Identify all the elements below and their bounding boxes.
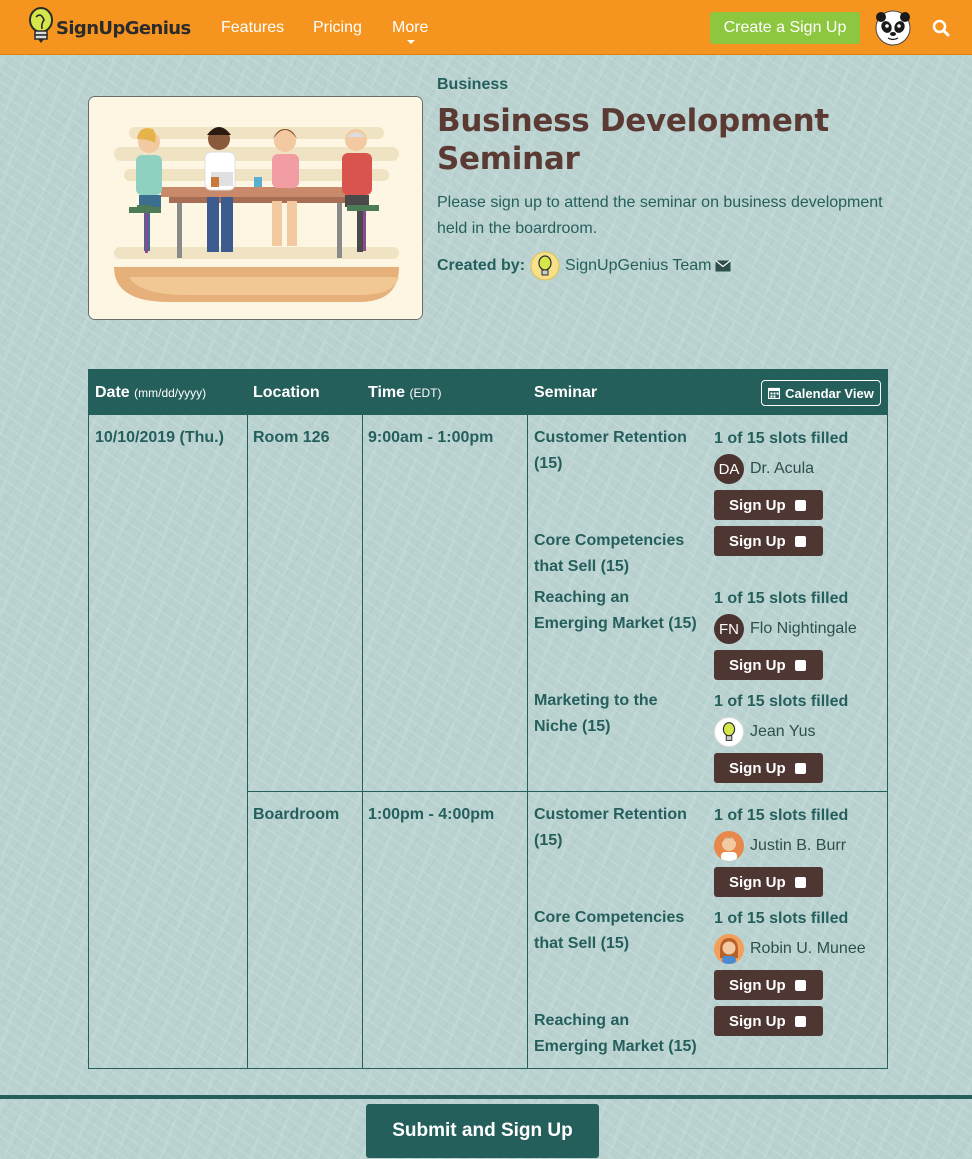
category-label[interactable]: Business xyxy=(437,76,508,94)
participant: Jean Yus xyxy=(714,717,816,747)
header-date-format: (mm/dd/yyyy) xyxy=(134,386,207,400)
slot-name: Core Competencies that Sell (15) xyxy=(534,532,685,575)
participant-name: Jean Yus xyxy=(750,723,816,740)
nav-pricing-link[interactable]: Pricing xyxy=(313,19,362,37)
participant-name: Robin U. Munee xyxy=(750,940,866,957)
lightbulb-logo-icon xyxy=(29,7,53,43)
signupgenius-logo[interactable]: SignUpGenius xyxy=(27,7,191,45)
location-room-126: Room 126 xyxy=(253,429,330,446)
slot-name: Marketing to the Niche (15) xyxy=(534,692,658,735)
signup-button[interactable]: Sign Up xyxy=(714,867,823,897)
lightbulb-avatar-icon xyxy=(714,717,744,747)
nav-more-dropdown[interactable]: More xyxy=(392,19,429,44)
slot-name: Reaching an Emerging Market (15) xyxy=(534,589,697,632)
calendar-view-label: Calendar View xyxy=(785,385,874,401)
participant-name: Justin B. Burr xyxy=(750,837,847,854)
time-range: 1:00pm - 4:00pm xyxy=(368,806,495,823)
header-location: Location xyxy=(253,384,320,401)
column-divider xyxy=(362,415,363,1068)
signup-description: Please sign up to attend the seminar on … xyxy=(437,194,883,237)
participant: FN Flo Nightingale xyxy=(714,614,857,644)
signup-button-label: Sign Up xyxy=(729,656,786,674)
signup-button-label: Sign Up xyxy=(729,496,786,514)
signup-checkbox[interactable] xyxy=(795,1016,806,1027)
signup-checkbox[interactable] xyxy=(795,877,806,888)
signup-button[interactable]: Sign Up xyxy=(714,490,823,520)
calendar-view-button[interactable]: Calendar View xyxy=(761,380,881,406)
header-time-label: Time xyxy=(368,384,406,401)
creator-lightbulb-avatar-icon xyxy=(530,251,560,281)
participant: DA Dr. Acula xyxy=(714,454,814,484)
nav-features-link[interactable]: Features xyxy=(221,19,284,37)
participant: Robin U. Munee xyxy=(714,934,866,964)
signup-checkbox[interactable] xyxy=(795,660,806,671)
row-divider xyxy=(247,791,887,792)
slots-filled-count: 1 of 15 slots filled xyxy=(714,693,849,710)
participant-photo-avatar xyxy=(714,934,744,964)
signup-button-label: Sign Up xyxy=(729,532,786,550)
signup-button-label: Sign Up xyxy=(729,759,786,777)
header-date: Date (mm/dd/yyyy) xyxy=(95,384,206,402)
user-avatar-panda-icon[interactable] xyxy=(875,10,911,46)
signup-checkbox[interactable] xyxy=(795,536,806,547)
creator-name-link[interactable]: SignUpGenius Team xyxy=(565,257,711,275)
signup-button-label: Sign Up xyxy=(729,976,786,994)
meeting-illustration-icon xyxy=(89,97,422,319)
location-boardroom: Boardroom xyxy=(253,806,340,823)
top-navbar: SignUpGenius Features Pricing More Creat… xyxy=(0,0,972,55)
submit-and-sign-up-button[interactable]: Submit and Sign Up xyxy=(366,1104,599,1158)
seminar-illustration xyxy=(88,96,423,320)
header-seminar: Seminar xyxy=(534,384,598,401)
participant-initials-avatar: FN xyxy=(714,614,744,644)
slots-filled-count: 1 of 15 slots filled xyxy=(714,430,849,447)
signup-button[interactable]: Sign Up xyxy=(714,970,823,1000)
participant-photo-avatar xyxy=(714,831,744,861)
slots-filled-count: 1 of 15 slots filled xyxy=(714,590,849,607)
page-title: Business Development Seminar xyxy=(437,103,829,177)
participant-initials-avatar: DA xyxy=(714,454,744,484)
create-signup-button[interactable]: Create a Sign Up xyxy=(710,12,860,44)
signup-button-label: Sign Up xyxy=(729,873,786,891)
envelope-icon[interactable] xyxy=(715,260,732,272)
slot-name: Reaching an Emerging Market (15) xyxy=(534,1012,697,1055)
slots-filled-count: 1 of 15 slots filled xyxy=(714,910,849,927)
signup-checkbox[interactable] xyxy=(795,763,806,774)
signup-button-label: Sign Up xyxy=(729,1012,786,1030)
header-date-label: Date xyxy=(95,384,130,401)
header-time-zone: (EDT) xyxy=(409,386,442,400)
caret-down-icon xyxy=(407,40,415,44)
column-divider xyxy=(527,415,528,1068)
participant-name: Flo Nightingale xyxy=(750,620,857,637)
signup-slots-table: Date (mm/dd/yyyy) Location Time (EDT) Se… xyxy=(88,369,888,1069)
participant: Justin B. Burr xyxy=(714,831,846,861)
slot-name: Customer Retention (15) xyxy=(534,806,687,849)
created-by-row: Created by: SignUpGenius Team xyxy=(437,250,732,282)
time-range: 9:00am - 1:00pm xyxy=(368,429,494,446)
signup-button[interactable]: Sign Up xyxy=(714,1006,823,1036)
signup-button[interactable]: Sign Up xyxy=(714,650,823,680)
signup-button[interactable]: Sign Up xyxy=(714,526,823,556)
created-by-label: Created by: xyxy=(437,257,526,274)
slot-date: 10/10/2019 (Thu.) xyxy=(95,429,224,446)
signup-button[interactable]: Sign Up xyxy=(714,753,823,783)
search-icon[interactable] xyxy=(932,19,950,37)
logo-text: SignUpGenius xyxy=(56,17,191,39)
nav-more-label: More xyxy=(392,19,429,36)
slots-filled-count: 1 of 15 slots filled xyxy=(714,807,849,824)
signup-checkbox[interactable] xyxy=(795,500,806,511)
header-time: Time (EDT) xyxy=(368,384,442,402)
signup-checkbox[interactable] xyxy=(795,980,806,991)
slot-name: Core Competencies that Sell (15) xyxy=(534,909,685,952)
table-header-row: Date (mm/dd/yyyy) Location Time (EDT) Se… xyxy=(89,370,887,415)
slot-name: Customer Retention (15) xyxy=(534,429,687,472)
calendar-icon xyxy=(768,387,781,399)
participant-name: Dr. Acula xyxy=(750,460,815,477)
column-divider xyxy=(247,415,248,1068)
